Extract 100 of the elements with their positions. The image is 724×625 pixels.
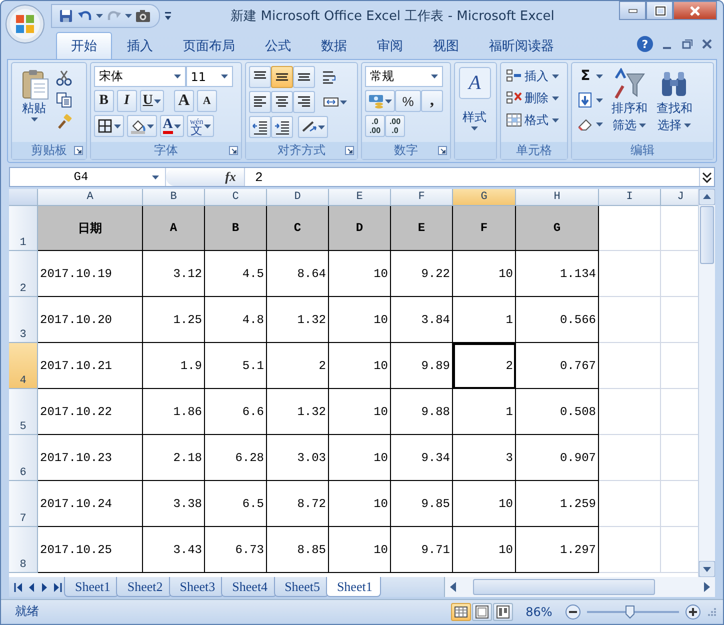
phonetic-button[interactable]: wén 文 [186,115,214,137]
align-left-button[interactable] [249,91,272,113]
percent-button[interactable]: % [395,90,421,112]
ribbon-tab[interactable]: 福昕阅读器 [474,32,569,59]
comma-button[interactable]: , [421,90,443,112]
column-header[interactable]: B [143,189,205,206]
sheet-tab[interactable]: Sheet1 [64,577,120,597]
sort-filter-button[interactable]: 排序和 筛选 [608,66,650,142]
row-header[interactable]: 2 [9,251,38,297]
styles-button[interactable]: A 样式 [458,66,492,142]
currency-button[interactable] [365,90,395,112]
sheet-tab[interactable]: Sheet4 [221,577,277,597]
scrollbar-thumb[interactable] [473,579,655,595]
row-header[interactable]: 7 [9,481,38,527]
dialog-launcher-icon[interactable] [229,146,238,155]
scrollbar-thumb[interactable] [700,206,714,264]
zoom-level[interactable]: 86% [519,604,559,618]
office-button[interactable] [5,4,45,44]
borders-button[interactable] [94,115,124,137]
sheet-tab[interactable]: Sheet2 [116,577,172,597]
underline-button[interactable]: U [140,90,164,112]
format-cells-button[interactable]: 格式 [504,110,561,130]
function-button[interactable]: fx [225,169,236,185]
active-cell[interactable]: 2 [453,343,516,389]
name-box[interactable]: G4 [10,168,166,186]
font-color-button[interactable]: A [160,115,184,137]
increase-decimal-button[interactable]: .0 .00 [365,115,385,137]
column-header[interactable]: I [599,189,661,206]
number-format-field[interactable]: 常规 [365,66,443,87]
dialog-launcher-icon[interactable] [74,146,83,155]
scroll-down-icon[interactable] [699,561,715,577]
zoom-slider[interactable] [587,604,679,618]
save-icon[interactable] [58,8,74,24]
column-header[interactable]: J [661,189,698,206]
maximize-button[interactable] [646,1,673,20]
top-align-button[interactable] [249,66,272,88]
close-button[interactable] [673,1,717,20]
row-header[interactable]: 3 [9,297,38,343]
restore-icon[interactable] [681,38,693,50]
middle-align-button[interactable] [271,66,294,88]
font-size-field[interactable]: 11 [186,66,233,87]
row-header[interactable]: 1 [9,206,38,251]
column-header[interactable]: E [329,189,391,206]
zoom-in-icon[interactable] [685,604,701,620]
bottom-align-button[interactable] [293,66,316,88]
page-break-view-button[interactable] [493,602,513,620]
find-select-button[interactable]: 查找和 选择 [653,66,696,142]
last-sheet-icon[interactable] [52,582,63,592]
column-header[interactable]: H [516,189,599,206]
italic-button[interactable]: I [116,90,137,112]
page-layout-view-button[interactable] [472,602,492,620]
insert-cells-button[interactable]: 插入 [504,66,561,86]
ribbon-tab[interactable]: 插入 [112,32,168,59]
column-header[interactable]: G [453,189,516,206]
cut-icon[interactable] [56,70,72,86]
normal-view-button[interactable] [451,602,471,620]
row-header[interactable]: 6 [9,435,38,481]
delete-cells-button[interactable]: 删除 [504,88,561,108]
column-header[interactable]: D [267,189,329,206]
ribbon-tab[interactable]: 开始 [56,32,112,59]
dialog-launcher-icon[interactable] [345,146,354,155]
column-header[interactable]: A [38,189,143,206]
ribbon-tab[interactable]: 审阅 [362,32,418,59]
help-icon[interactable]: ? [637,36,653,52]
formula-field[interactable]: 2 [244,168,699,186]
fill-color-button[interactable] [126,115,157,137]
column-header[interactable]: C [205,189,267,206]
decrease-indent-button[interactable] [249,116,272,138]
row-header[interactable]: 5 [9,389,38,435]
slider-thumb[interactable] [625,604,636,618]
increase-indent-button[interactable] [271,116,294,138]
decrease-decimal-button[interactable]: .00 .0 [385,115,405,137]
shrink-font-button[interactable]: A [196,90,217,112]
camera-icon[interactable] [135,8,151,24]
scroll-up-icon[interactable] [699,189,715,205]
sheet-tab[interactable]: Sheet5 [274,577,329,597]
orientation-button[interactable] [298,116,328,138]
row-header[interactable]: 8 [9,527,38,573]
ribbon-tab[interactable]: 公式 [250,32,306,59]
sheet-tab[interactable]: Sheet3 [168,577,224,597]
column-header[interactable]: F [391,189,453,206]
ribbon-tab[interactable]: 数据 [306,32,362,59]
center-button[interactable] [271,91,294,113]
dialog-launcher-icon[interactable] [438,146,447,155]
align-right-button[interactable] [293,91,316,113]
wrap-text-icon[interactable] [321,69,338,85]
brush-icon[interactable] [56,114,72,130]
autosum-button[interactable]: Σ [575,66,606,86]
grow-font-button[interactable]: A [174,90,194,112]
zoom-out-icon[interactable] [565,604,581,620]
font-name-field[interactable]: 宋体 [94,66,186,87]
sheet-tab[interactable]: Sheet1 [326,577,382,597]
close-icon[interactable] [701,38,713,50]
ribbon-tab[interactable]: 页面布局 [168,32,250,59]
paste-button[interactable]: 粘贴 [15,66,53,142]
first-sheet-icon[interactable] [13,582,24,592]
expand-icon[interactable] [701,171,713,183]
copy-icon[interactable] [56,92,72,108]
ribbon-tab[interactable]: 视图 [418,32,474,59]
minimize-button[interactable] [619,1,646,20]
